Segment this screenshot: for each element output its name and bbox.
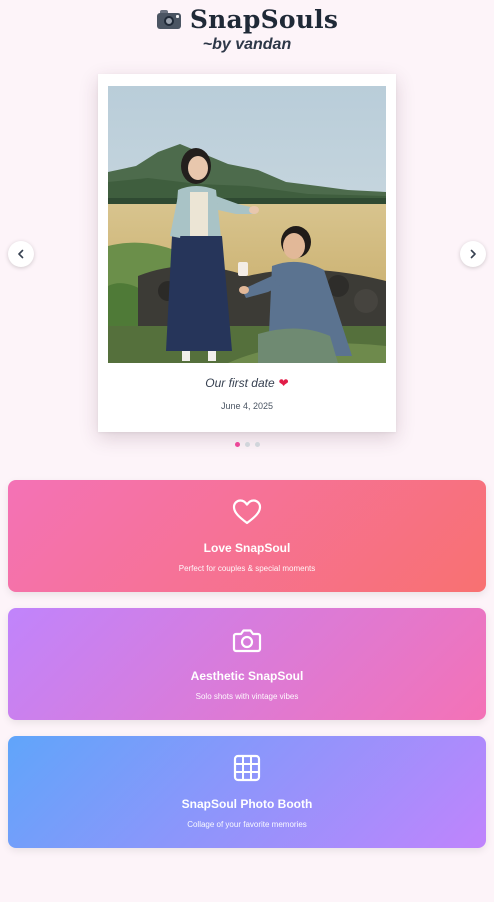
card-title: Love SnapSoul <box>203 541 291 555</box>
love-snapsoul-card[interactable]: Love SnapSoul Perfect for couples & spec… <box>8 480 486 592</box>
heart-emoji-icon: ❤ <box>278 376 289 390</box>
card-title: SnapSoul Photo Booth <box>181 797 313 811</box>
card-title: Aesthetic SnapSoul <box>190 669 304 683</box>
title-row: SnapSouls <box>0 4 494 34</box>
app-header: SnapSouls ~by vandan <box>0 4 494 54</box>
couple-photo <box>108 86 386 363</box>
photo-carousel: Our first date ❤ June 4, 2025 <box>0 74 494 454</box>
card-description: Perfect for couples & special moments <box>178 564 316 573</box>
polaroid-card[interactable]: Our first date ❤ June 4, 2025 <box>98 74 396 432</box>
chevron-right-icon <box>470 249 476 259</box>
photo-caption: Our first date ❤ <box>98 376 396 390</box>
slide-dot-1[interactable] <box>234 442 240 447</box>
aesthetic-snapsoul-card[interactable]: Aesthetic SnapSoul Solo shots with vinta… <box>8 608 486 720</box>
slide-dot-3[interactable] <box>254 442 260 447</box>
next-slide-button[interactable] <box>460 241 486 267</box>
slide-dot-2[interactable] <box>244 442 250 447</box>
card-description: Collage of your favorite memories <box>187 820 307 829</box>
grid-icon <box>8 752 486 784</box>
camera-emoji-icon <box>156 8 182 30</box>
camera-icon <box>8 624 486 656</box>
card-description: Solo shots with vintage vibes <box>195 692 299 701</box>
slide-indicators <box>0 442 494 447</box>
photo-date: June 4, 2025 <box>220 401 274 411</box>
app-title: SnapSouls <box>189 4 339 34</box>
previous-slide-button[interactable] <box>8 241 34 267</box>
chevron-left-icon <box>18 249 24 259</box>
photo-booth-card[interactable]: SnapSoul Photo Booth Collage of your fav… <box>8 736 486 848</box>
caption-text: Our first date <box>205 376 275 390</box>
heart-icon <box>8 496 486 528</box>
app-subtitle: ~by vandan <box>202 36 292 53</box>
